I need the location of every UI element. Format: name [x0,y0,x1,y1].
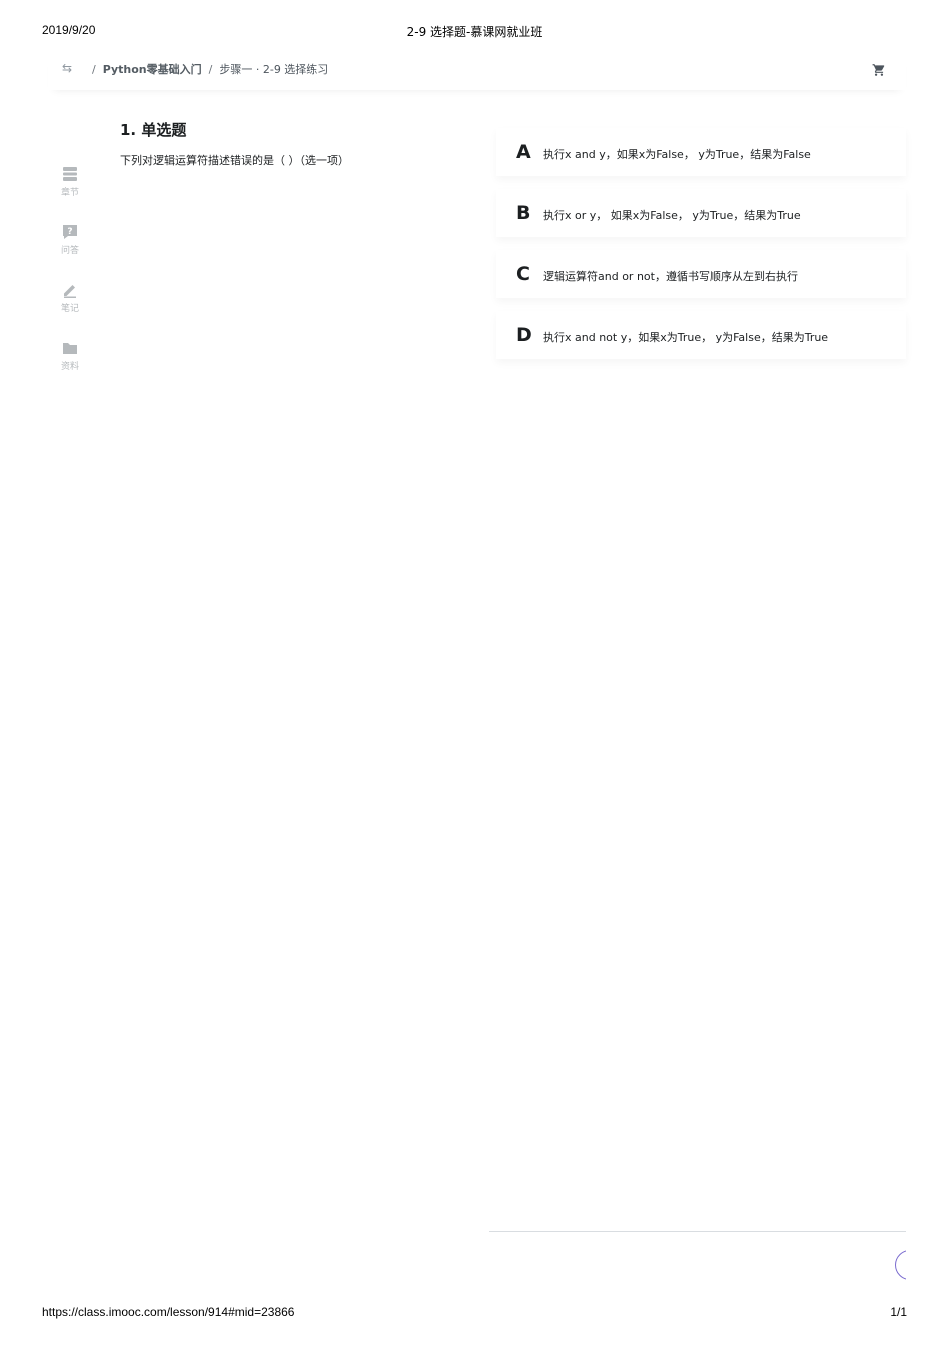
sidebar-item-chapters[interactable]: 章节 [48,165,92,223]
print-header: 2019/9/20 2-9 选择题-慕课网就业班 [42,23,907,39]
sidebar-item-label: 笔记 [60,304,79,314]
option-c[interactable]: C 逻辑运算符and or not，遵循书写顺序从左到右执行 [496,250,906,298]
cart-icon[interactable] [872,63,886,77]
question-icon: ? [63,225,77,239]
print-title: 2-9 选择题-慕课网就业班 [406,25,543,39]
floating-circle-button[interactable] [895,1250,906,1280]
print-page-number: 1/1 [890,1305,907,1319]
answer-options: A 执行x and y，如果x为False， y为True，结果为False B… [496,128,906,372]
option-letter: C [516,263,530,285]
floating-button-clip [880,1240,906,1300]
pencil-icon [64,285,76,298]
chapter-icon [63,167,77,181]
option-text: 逻辑运算符and or not，遵循书写顺序从左到右执行 [543,270,798,283]
breadcrumb-course-link[interactable]: Python零基础入门 [103,61,202,77]
bottom-divider [489,1231,906,1232]
option-d[interactable]: D 执行x and not y，如果x为True， y为False，结果为Tru… [496,311,906,359]
breadcrumb-separator: / [92,62,96,76]
top-nav-bar: ⇆ / Python零基础入门 / 步骤一 · 2-9 选择练习 [48,52,906,90]
breadcrumb: / Python零基础入门 / 步骤一 · 2-9 选择练习 [85,61,328,77]
option-letter: B [516,202,531,224]
sidebar-item-label: 章节 [60,188,79,198]
option-b[interactable]: B 执行x or y， 如果x为False， y为True，结果为True [496,189,906,237]
svg-text:?: ? [67,227,72,237]
option-a[interactable]: A 执行x and y，如果x为False， y为True，结果为False [496,128,906,176]
option-text: 执行x or y， 如果x为False， y为True，结果为True [543,209,801,222]
print-url: https://class.imooc.com/lesson/914#mid=2… [42,1305,295,1319]
breadcrumb-separator: / [208,62,213,76]
sidebar-item-qa[interactable]: ? 问答 [48,223,92,281]
option-letter: D [516,324,532,346]
option-text: 执行x and y，如果x为False， y为True，结果为False [543,148,811,161]
option-letter: A [516,141,531,163]
question-title: 1. 单选题 [120,121,187,139]
switch-icon[interactable]: ⇆ [62,61,72,75]
left-sidebar: 章节 ? 问答 笔记 资料 [48,165,92,397]
breadcrumb-lesson: 步骤一 · 2-9 选择练习 [219,63,329,76]
option-text: 执行x and not y，如果x为True， y为False，结果为True [543,331,829,344]
sidebar-item-label: 资料 [60,362,79,372]
sidebar-item-notes[interactable]: 笔记 [48,281,92,339]
folder-icon [63,343,77,354]
sidebar-item-label: 问答 [60,246,79,256]
sidebar-item-materials[interactable]: 资料 [48,339,92,397]
question-text: 下列对逻辑运算符描述错误的是（ ）（选一项） [120,154,349,167]
print-footer: https://class.imooc.com/lesson/914#mid=2… [42,1305,907,1321]
